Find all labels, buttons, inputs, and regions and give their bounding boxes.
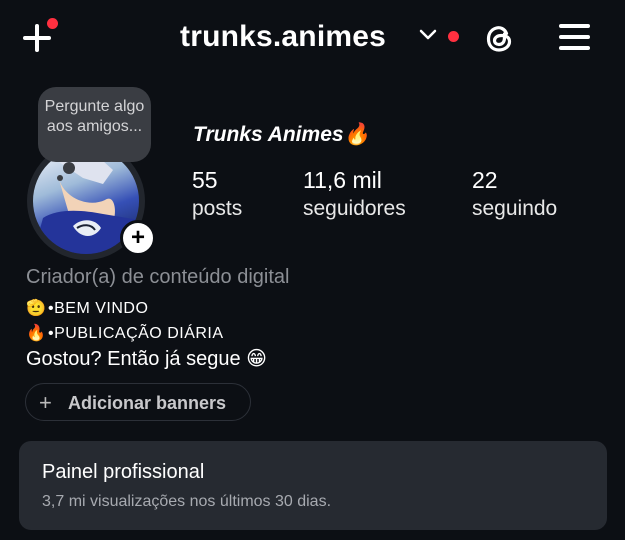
chevron-down-icon[interactable] [418, 28, 438, 42]
display-name-text: Trunks Animes [193, 123, 344, 146]
top-bar: trunks.animes [0, 0, 625, 76]
add-banners-label: Adicionar banners [68, 393, 227, 413]
profile-avatar-area: + Pergunte algo aos amigos... [27, 87, 167, 260]
note-bubble-tail-small [57, 175, 63, 181]
stat-followers-value: 11,6 mil [303, 167, 382, 193]
stat-following-value: 22 [472, 167, 498, 193]
plus-icon-vertical [35, 24, 39, 52]
menu-line [559, 35, 590, 39]
professional-dashboard-subtitle: 3,7 mi visualizações nos últimos 30 dias… [42, 493, 332, 510]
bio-main: Gostou? Então já segue 😁 [26, 346, 267, 371]
bio-main-text: Gostou? Então já segue [26, 348, 241, 370]
stat-following[interactable]: 22 seguindo [472, 166, 557, 224]
bio-line-text: •PUBLICAÇÃO DIÁRIA [48, 325, 224, 342]
add-banners-button[interactable]: + Adicionar banners [25, 383, 251, 421]
note-bubble[interactable]: Pergunte algo aos amigos... [38, 87, 151, 162]
professional-dashboard-title: Painel profissional [42, 461, 205, 483]
stat-posts-value: 55 [192, 167, 218, 193]
bio-line-welcome: 🫡•BEM VINDO [26, 298, 148, 318]
create-button[interactable] [18, 18, 58, 58]
stat-followers[interactable]: 11,6 mil seguidores [303, 166, 406, 224]
menu-line [559, 46, 590, 50]
menu-line [559, 24, 590, 28]
bio-line-daily: 🔥•PUBLICAÇÃO DIÁRIA [26, 323, 224, 343]
account-username[interactable]: trunks.animes [180, 18, 386, 56]
saluting-face-icon: 🫡 [26, 300, 47, 317]
bio-line-text: •BEM VINDO [48, 300, 149, 317]
account-notification-dot [448, 31, 459, 42]
stat-posts[interactable]: 55 posts [192, 166, 242, 224]
fire-icon: 🔥 [343, 123, 370, 146]
stat-following-label: seguindo [472, 197, 558, 220]
note-bubble-tail [63, 162, 75, 174]
note-text: Pergunte algo aos amigos... [44, 98, 145, 135]
fire-icon: 🔥 [26, 325, 47, 342]
plus-icon: + [39, 390, 52, 415]
hamburger-menu-icon[interactable] [557, 19, 593, 55]
display-name: Trunks Animes🔥 [193, 123, 370, 147]
notification-dot [47, 18, 58, 29]
grinning-face-icon: 😁 [246, 348, 268, 370]
profile-category: Criador(a) de conteúdo digital [26, 266, 290, 288]
stat-followers-label: seguidores [303, 197, 406, 220]
add-story-button[interactable]: + [120, 220, 156, 256]
threads-icon[interactable] [481, 20, 517, 56]
professional-dashboard-card[interactable]: Painel profissional 3,7 mi visualizações… [19, 441, 607, 530]
stat-posts-label: posts [192, 197, 243, 220]
